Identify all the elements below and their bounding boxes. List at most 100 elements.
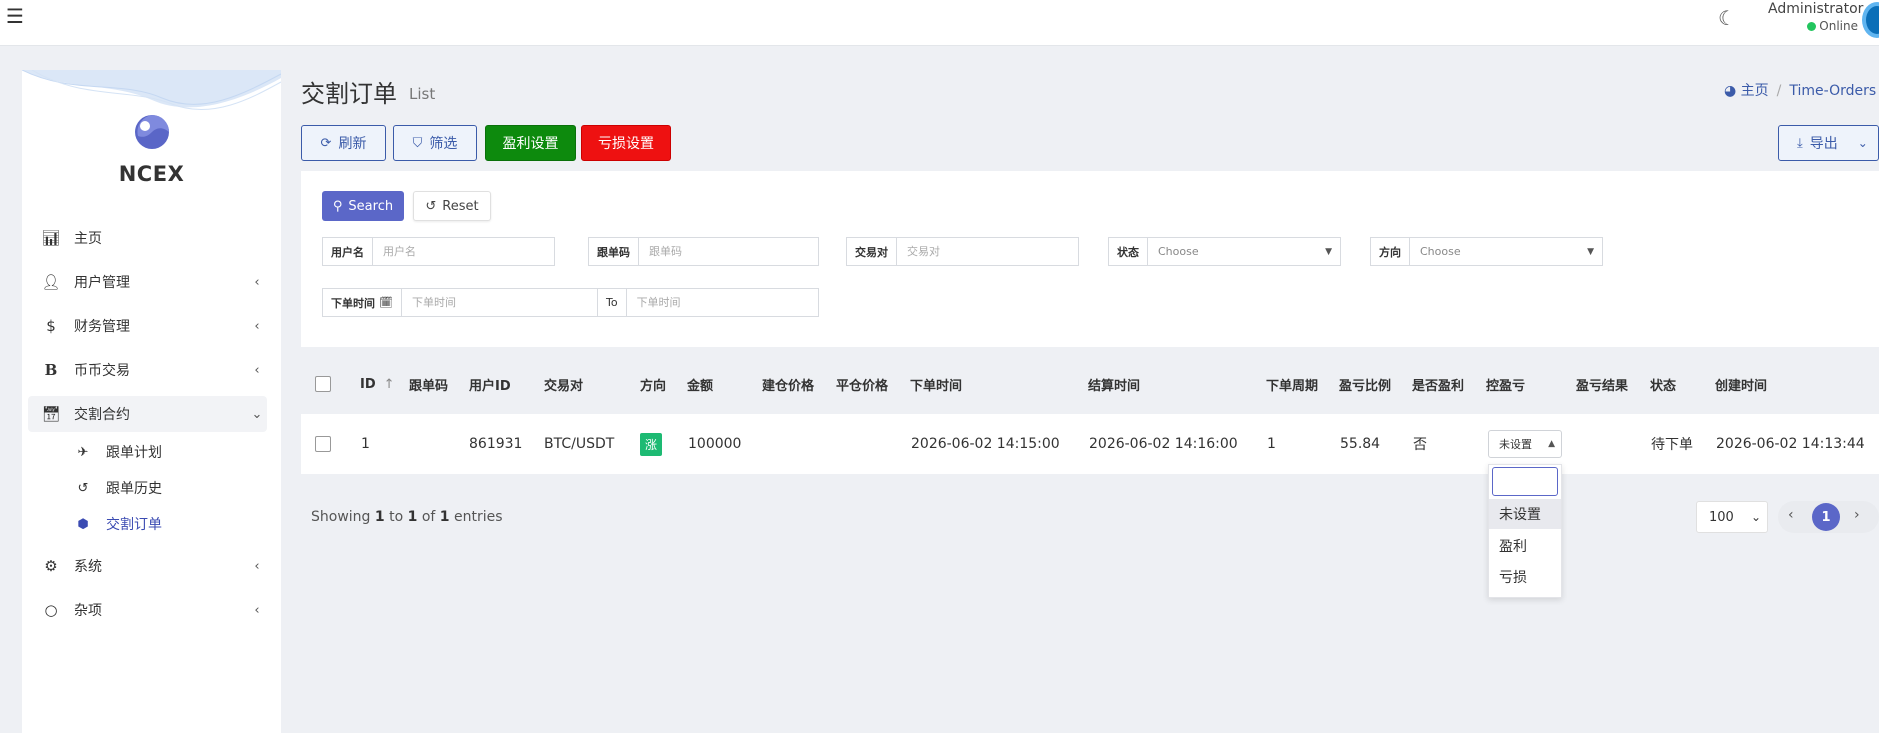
profit-setting-button[interactable]: 盈利设置 bbox=[485, 125, 576, 161]
row-checkbox[interactable] bbox=[315, 414, 331, 474]
order-time-start-input[interactable] bbox=[401, 289, 598, 316]
caret-up-icon: ▲ bbox=[1548, 439, 1555, 449]
sort-asc-icon: ↑ bbox=[383, 376, 395, 392]
follow-code-input[interactable] bbox=[639, 238, 818, 265]
chevron-left-icon: ‹ bbox=[254, 602, 260, 618]
column-header: 状态 bbox=[1650, 378, 1677, 394]
sidebar-subitem-follow-plan[interactable]: ✈ 跟单计划 bbox=[74, 437, 162, 467]
sidebar-item-spot-trading[interactable]: B 币币交易 ‹ bbox=[28, 352, 267, 388]
control-select[interactable]: 未设置 ▲ bbox=[1488, 430, 1562, 458]
sidebar-subitem-follow-history[interactable]: ↺ 跟单历史 bbox=[74, 473, 162, 503]
sidebar-item-label: 交割合约 bbox=[74, 407, 130, 423]
cell-order-time: 2026-06-02 14:15:00 bbox=[911, 436, 1060, 452]
column-header: 跟单码 bbox=[409, 378, 449, 394]
plane-icon: ✈ bbox=[77, 444, 89, 460]
caret-down-icon: ▼ bbox=[1325, 246, 1332, 257]
column-header-id[interactable]: ID ↑ bbox=[360, 356, 395, 412]
direction-select[interactable]: Choose ▼ bbox=[1410, 238, 1602, 265]
column-header: 用户ID bbox=[469, 378, 511, 394]
sidebar-subitem-label: 跟单计划 bbox=[106, 445, 162, 461]
sidebar-item-misc[interactable]: ○ 杂项 ‹ bbox=[28, 592, 267, 628]
pagination-info: Showing 1 to 1 of 1 entries bbox=[311, 509, 503, 525]
order-time-end-input[interactable] bbox=[626, 289, 818, 316]
to-label: To bbox=[597, 289, 627, 316]
filter-button[interactable]: ⛉ 筛选 bbox=[393, 125, 477, 161]
username-label: 用户名 bbox=[323, 238, 373, 265]
circle-icon: ○ bbox=[44, 601, 58, 619]
chevron-left-icon: ‹ bbox=[254, 274, 260, 290]
search-button[interactable]: ⚲ Search bbox=[322, 191, 404, 221]
select-all-checkbox[interactable] bbox=[315, 356, 331, 412]
orders-table: ID ↑ 跟单码 用户ID 交易对 方向 金额 建仓价格 平仓价格 下单时间 结算… bbox=[301, 356, 1879, 476]
breadcrumb-current: Time-Orders bbox=[1789, 83, 1877, 99]
filter-icon: ⛉ bbox=[412, 135, 423, 151]
next-page-icon[interactable]: › bbox=[1854, 507, 1860, 523]
pair-input[interactable] bbox=[897, 238, 1078, 265]
reset-button[interactable]: ↺ Reset bbox=[413, 191, 491, 221]
column-header: 控盈亏 bbox=[1486, 378, 1526, 394]
dropdown-option-profit[interactable]: 盈利 bbox=[1489, 531, 1561, 561]
sidebar-item-users[interactable]: 👤︎ 用户管理 ‹ bbox=[28, 264, 267, 300]
history-icon: ↺ bbox=[77, 480, 89, 496]
undo-icon: ↺ bbox=[425, 198, 437, 214]
column-header: 下单时间 bbox=[910, 378, 963, 394]
table-header: ID ↑ 跟单码 用户ID 交易对 方向 金额 建仓价格 平仓价格 下单时间 结算… bbox=[301, 356, 1879, 412]
top-bar: ☰ ☾ Administrator Online bbox=[0, 0, 1879, 46]
sidebar-item-label: 财务管理 bbox=[74, 319, 130, 335]
prev-page-icon[interactable]: ‹ bbox=[1788, 507, 1794, 523]
export-button[interactable]: ⤓ 导出 ⌄ bbox=[1778, 125, 1879, 161]
chevron-left-icon: ‹ bbox=[254, 558, 260, 574]
user-status: Online bbox=[1768, 18, 1858, 34]
sidebar-item-label: 杂项 bbox=[74, 603, 102, 619]
page-subtitle: List bbox=[409, 85, 436, 103]
column-header: 盈亏结果 bbox=[1576, 378, 1629, 394]
sidebar-subitem-label: 交割订单 bbox=[106, 517, 162, 533]
column-header: 结算时间 bbox=[1088, 378, 1141, 394]
sidebar-item-system[interactable]: ⚙ 系统 ‹ bbox=[28, 548, 267, 584]
menu-toggle-icon[interactable]: ☰ bbox=[6, 4, 24, 28]
search-icon: ⚲ bbox=[332, 198, 343, 214]
loss-setting-button[interactable]: 亏损设置 bbox=[581, 125, 671, 161]
users-icon: 👤︎ bbox=[41, 273, 61, 291]
chevron-down-icon: ⌄ bbox=[1750, 510, 1761, 524]
user-name: Administrator bbox=[1768, 1, 1864, 17]
calendar-icon: 📅︎ bbox=[41, 405, 61, 423]
column-header: 盈亏比例 bbox=[1339, 378, 1392, 394]
column-header: 交易对 bbox=[544, 378, 584, 394]
direction-badge: 涨 bbox=[640, 432, 663, 456]
download-icon: ⤓ bbox=[1797, 135, 1803, 151]
dollar-icon: $ bbox=[46, 317, 56, 335]
sidebar-item-home[interactable]: 📊︎ 主页 bbox=[28, 220, 267, 256]
column-header: 平仓价格 bbox=[836, 378, 889, 394]
dropdown-option-unset[interactable]: 未设置 bbox=[1489, 499, 1561, 529]
user-menu[interactable]: Administrator Online bbox=[1768, 0, 1864, 34]
status-select[interactable]: Choose ▼ bbox=[1148, 238, 1340, 265]
cell-status: 待下单 bbox=[1651, 437, 1693, 453]
sidebar-item-label: 币币交易 bbox=[74, 363, 130, 379]
order-time-filter: 下单时间🗓︎ To bbox=[322, 288, 819, 317]
sidebar: NCEX 📊︎ 主页 👤︎ 用户管理 ‹ $ 财务管理 ‹ B 币币交易 ‹ 📅… bbox=[22, 70, 281, 733]
brand-name: NCEX bbox=[118, 162, 185, 186]
direction-label: 方向 bbox=[1371, 238, 1410, 265]
chevron-down-icon: ⌄ bbox=[1857, 136, 1868, 150]
direction-filter: 方向 Choose ▼ bbox=[1370, 237, 1603, 266]
column-header: 创建时间 bbox=[1715, 378, 1768, 394]
dark-mode-icon[interactable]: ☾ bbox=[1718, 6, 1736, 30]
bitcoin-icon: B bbox=[44, 361, 58, 379]
table-row: 1 861931 BTC/USDT 涨 100000 2026-06-02 14… bbox=[301, 414, 1879, 474]
sidebar-subitem-delivery-orders[interactable]: ⬢ 交割订单 bbox=[74, 509, 162, 539]
dropdown-search-input[interactable] bbox=[1492, 467, 1558, 496]
cell-period: 1 bbox=[1267, 436, 1276, 452]
status-filter: 状态 Choose ▼ bbox=[1108, 237, 1341, 266]
refresh-button[interactable]: ⟳ 刷新 bbox=[301, 125, 386, 161]
column-header: 金额 bbox=[687, 378, 714, 394]
sidebar-item-finance[interactable]: $ 财务管理 ‹ bbox=[28, 308, 267, 344]
page-size-select[interactable]: 100 ⌄ bbox=[1696, 501, 1768, 533]
chevron-left-icon: ‹ bbox=[254, 362, 260, 378]
username-input[interactable] bbox=[373, 238, 554, 265]
sidebar-item-delivery-contract[interactable]: 📅︎ 交割合约 ⌄ bbox=[28, 396, 267, 432]
breadcrumb-home-link[interactable]: ◕ 主页 bbox=[1724, 83, 1769, 99]
avatar[interactable] bbox=[1862, 2, 1879, 38]
dropdown-option-loss[interactable]: 亏损 bbox=[1489, 562, 1561, 592]
page-button-current[interactable]: 1 bbox=[1812, 503, 1840, 531]
